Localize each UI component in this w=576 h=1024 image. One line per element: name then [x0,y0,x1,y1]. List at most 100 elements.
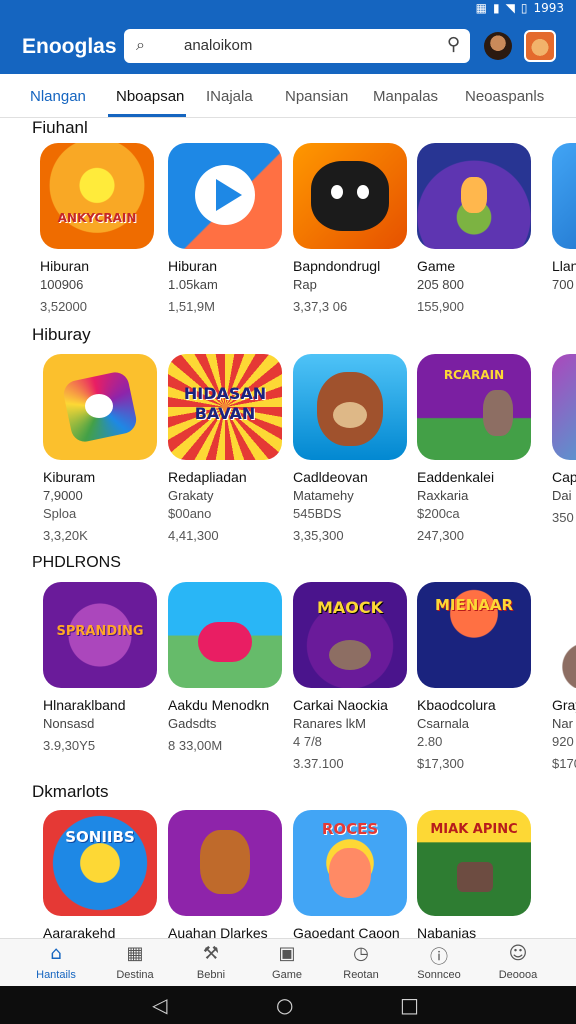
bottom-navigation: ⌂ Hantails ▦ Destina ⚒ Bebni ▣ Game ◷ Re… [0,938,576,986]
app-list[interactable]: Fiuhanl ANKYCRAIN Hiburan 100906 3,52000… [0,118,576,940]
app-price: 3,35,300 [293,528,344,543]
app-card[interactable]: Aakdu Menodkn Gadsdts 8 33,00M [168,582,282,753]
app-card[interactable]: Llan 700 [552,143,576,292]
tab-nlangan[interactable]: Nlangan [30,88,86,105]
app-meta-2: 545BDS [293,506,342,521]
app-name: Cadldeovan [293,469,368,485]
app-icon: MAOCK [293,582,407,688]
app-icon-text: MIENAAR [434,596,514,614]
app-name: Kiburam [43,469,96,485]
system-navigation-bar: ◁ ○ □ [0,986,576,1024]
home-circle-icon[interactable]: ○ [276,993,293,1017]
app-price: 155,900 [417,299,464,314]
search-input[interactable]: ⌕ analoikom ⚲ [124,29,470,63]
app-meta: 205 800 [417,277,464,292]
tab-neoaspanls[interactable]: Neoaspanls [465,88,544,105]
signal-icon: ▮ [493,1,500,15]
app-title: Enooglas [22,35,117,58]
nav-item-reotan[interactable]: ◷ Reotan [325,943,397,983]
app-meta: 7,9000 [43,488,83,503]
app-meta-2: Sploa [43,506,77,521]
app-card[interactable]: Bapndondrugl Rap 3,37,3 06 [293,143,407,314]
app-icon [552,354,576,460]
nav-item-bebni[interactable]: ⚒ Bebni [175,943,247,983]
app-icon-text: SPRANDING [56,624,144,639]
status-time: 1993 [533,1,564,15]
recents-icon[interactable]: □ [400,993,419,1017]
nav-item-destina[interactable]: ▦ Destina [99,943,171,983]
tab-npansian[interactable]: Npansian [285,88,348,105]
app-meta-2: $00ano [168,506,212,521]
app-card[interactable]: MIAK APINC Nabanias [417,810,531,940]
app-icon [293,143,407,249]
app-price: 350 [552,510,574,525]
app-price: 3,52000 [40,299,87,314]
app-card[interactable]: ROCES Gaoedant Caoon [293,810,407,940]
profile-avatar[interactable] [524,30,556,62]
app-icon [168,582,282,688]
search-icon[interactable]: ⚲ [447,34,460,55]
app-name: Aakdu Menodkn [168,697,270,713]
tab-nboapsan[interactable]: Nboapsan [116,88,184,105]
app-card[interactable]: Cap Dai 350 [552,354,576,525]
app-card[interactable]: ANKYCRAIN Hiburan 100906 3,52000 [40,143,154,314]
app-meta: Rap [293,277,317,292]
nav-item-game[interactable]: ▣ Game [251,943,323,983]
app-price: $170 [552,756,576,771]
active-tab-indicator [108,114,186,117]
app-meta-2: 2.80 [417,734,443,749]
app-meta: Matamehy [293,488,354,503]
app-meta: Nonsasd [43,716,95,731]
app-name: Hiburan [40,258,90,274]
app-meta: Dai [552,488,572,503]
app-icon-text: SONIIBS [65,828,135,846]
vibrate-icon: ▦ [475,1,487,15]
app-icon [293,354,407,460]
app-card[interactable]: MIENAAR Kbaodcolura Csarnala 2.80 $17,30… [417,582,531,771]
section-title: Fiuhanl [32,118,88,137]
section-title: PHDLRONS [32,554,121,571]
tab-manpalas[interactable]: Manpalas [373,88,438,105]
app-price: $17,300 [417,756,464,771]
app-icon: HIDASAN BAVAN [168,354,282,460]
nav-label: Game [272,969,302,981]
category-tabs: Nlangan Nboapsan INajala Npansian Manpal… [0,74,576,118]
tab-inajala[interactable]: INajala [206,88,253,105]
app-price: 3.37.100 [293,756,344,771]
app-icon: SPRANDING [43,582,157,688]
app-meta: 700 [552,277,574,292]
games-icon: ▣ [278,943,296,964]
nav-item-deoooa[interactable]: ☺ Deoooa [482,943,554,983]
app-icon-text: ROCES [321,820,379,838]
app-icon: MIENAAR [417,582,531,688]
app-card[interactable]: Game 205 800 155,900 [417,143,531,314]
app-card[interactable]: Auahan Dlarkes [168,810,282,940]
app-icon [417,143,531,249]
scan-icon[interactable]: ⌕ [136,35,145,55]
app-name: Cap [552,469,576,485]
tools-icon: ⚒ [202,943,220,964]
app-card[interactable]: HIDASAN BAVAN Redapliadan Grakaty $00ano… [168,354,282,543]
nav-label: Bebni [196,969,226,981]
nav-item-hantails[interactable]: ⌂ Hantails [20,943,92,983]
app-card[interactable]: Gray Nar 920 $170 [552,582,576,771]
nav-label: Deoooa [498,969,538,981]
nav-label: Destina [116,969,154,981]
app-name: Hiburan [168,258,218,274]
app-card[interactable]: MAOCK Carkai Naockia Ranares lkM 4 7/8 3… [293,582,407,771]
app-card[interactable]: SPRANDING Hlnaraklband Nonsasd 3.9,30Y5 [43,582,157,753]
info-icon: ⓘ [430,947,448,968]
nav-item-sonnceo[interactable]: ⓘ Sonnceo [403,943,475,983]
app-card[interactable]: SONIIBS Aararakehd [43,810,157,940]
app-card[interactable]: Hiburan 1.05kam 1,51,9M [168,143,282,314]
avatar[interactable] [484,32,512,60]
back-icon[interactable]: ◁ [152,993,167,1017]
app-price: 3,37,3 06 [293,299,348,314]
app-header: Enooglas ⌕ analoikom ⚲ [0,18,576,74]
app-price: 3,3,20K [43,528,88,543]
app-meta: 100906 [40,277,84,292]
app-card[interactable]: Cadldeovan Matamehy 545BDS 3,35,300 [293,354,407,543]
app-card[interactable]: Kiburam 7,9000 Sploa 3,3,20K [43,354,157,543]
app-card[interactable]: RCARAIN Eaddenkalei Raxkaria $200ca 247,… [417,354,531,543]
app-icon: MIAK APINC [417,810,531,916]
